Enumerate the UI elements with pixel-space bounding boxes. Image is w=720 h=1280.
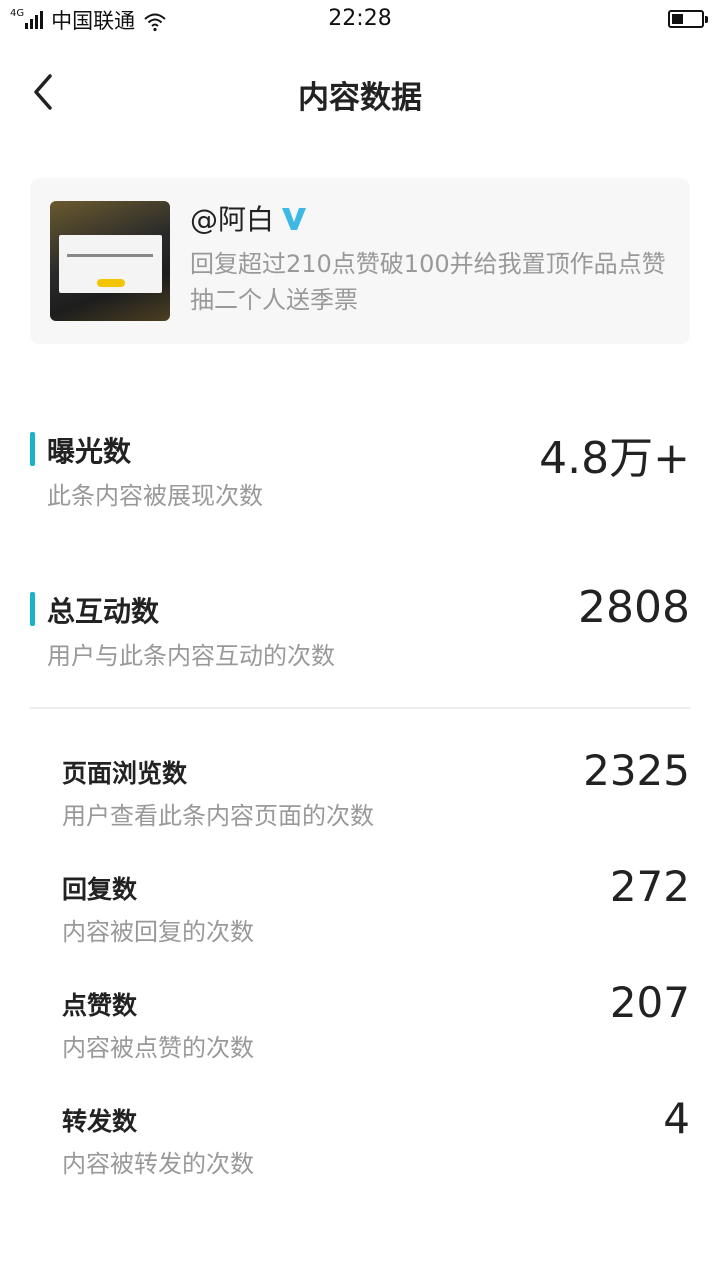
sub-metric-value: 207 (609, 978, 690, 1027)
post-text: 回复超过210点赞破100并给我置顶作品点赞抽二个人送季票 (190, 250, 666, 314)
sub-metric-value: 2325 (583, 746, 690, 795)
post-thumbnail[interactable] (50, 201, 170, 321)
author-row: @阿白 (190, 198, 308, 238)
sub-metric-title: 回复数 (62, 875, 138, 904)
divider (30, 707, 690, 709)
accent-bar (30, 432, 35, 466)
metric-title: 总互动数 (47, 595, 160, 628)
metric-description: 此条内容被展现次数 (47, 482, 263, 510)
metric-value: 4.8万+ (539, 433, 690, 484)
sub-metric-value: 272 (609, 862, 690, 911)
author-username: @阿白 (190, 203, 275, 236)
nav-bar: 内容数据 (0, 50, 720, 134)
sub-metric-description: 内容被回复的次数 (62, 918, 254, 946)
status-bar: 4G 中国联通 22:28 (0, 0, 720, 40)
metric-title: 曝光数 (47, 435, 132, 468)
page-title: 内容数据 (298, 80, 422, 116)
metric-description: 用户与此条内容互动的次数 (47, 642, 335, 670)
verified-v-icon (282, 208, 307, 230)
sub-metric-value: 4 (663, 1094, 690, 1143)
sub-metric-description: 用户查看此条内容页面的次数 (62, 802, 374, 830)
status-time: 22:28 (328, 6, 392, 31)
accent-bar (30, 592, 35, 626)
thumbnail-dialog-graphic (59, 235, 162, 293)
metric-value: 2808 (578, 582, 690, 633)
battery-icon (668, 10, 708, 28)
post-card[interactable]: @阿白 回复超过210点赞破100并给我置顶作品点赞抽二个人送季票 (30, 178, 690, 344)
sub-metric-title: 页面浏览数 (62, 759, 188, 788)
sub-metric-description: 内容被转发的次数 (62, 1150, 254, 1178)
sub-metric-description: 内容被点赞的次数 (62, 1034, 254, 1062)
sub-metric-title: 点赞数 (62, 991, 138, 1020)
sub-metric-title: 转发数 (62, 1107, 138, 1136)
